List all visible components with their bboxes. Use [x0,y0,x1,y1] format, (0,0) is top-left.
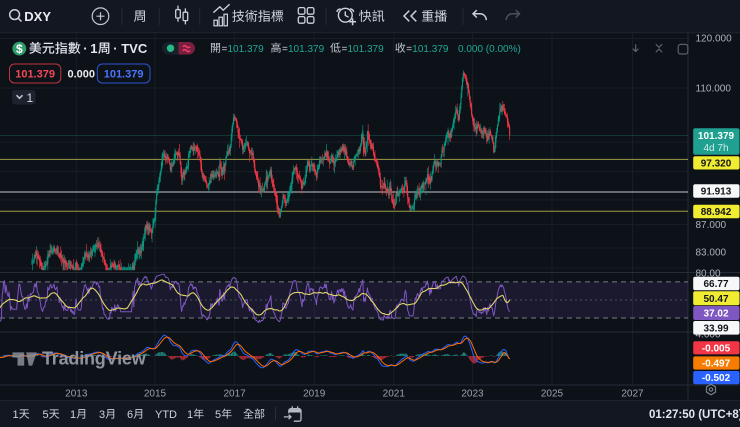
svg-text:50.47: 50.47 [703,294,728,305]
svg-text:66.77: 66.77 [703,279,728,290]
svg-text:110.000: 110.000 [696,84,732,95]
svg-text:1: 1 [27,91,34,105]
svg-text:·: · [83,41,87,56]
svg-text:2021: 2021 [383,388,406,399]
svg-text:1: 1 [13,409,19,421]
svg-text:97.320: 97.320 [701,158,732,169]
svg-text:$: $ [16,42,23,56]
svg-text:101.379: 101.379 [104,68,144,80]
svg-text:2025: 2025 [541,388,564,399]
svg-text:33.99: 33.99 [703,323,728,334]
svg-text:TradingView: TradingView [42,349,147,369]
svg-text:4d 7h: 4d 7h [703,143,728,154]
svg-text:1: 1 [90,41,97,56]
svg-text:1: 1 [70,409,76,421]
svg-text:DXY: DXY [24,9,51,24]
svg-text:101.379: 101.379 [288,44,325,55]
svg-text:YTD: YTD [155,409,177,421]
svg-text:120.000: 120.000 [696,34,733,45]
svg-text:101.379: 101.379 [698,131,735,142]
svg-text:-0.497: -0.497 [702,359,731,370]
svg-text:101.379: 101.379 [15,68,55,80]
svg-text:2019: 2019 [303,388,326,399]
svg-text:-0.502: -0.502 [702,373,731,384]
svg-text:101.379: 101.379 [228,44,265,55]
svg-text:83.000: 83.000 [696,248,727,259]
svg-text:2017: 2017 [223,388,246,399]
svg-text:101.379: 101.379 [412,44,449,55]
svg-text:01:27:50 (UTC+8): 01:27:50 (UTC+8) [649,409,740,421]
svg-text:3: 3 [99,409,105,421]
svg-text:2015: 2015 [144,388,167,399]
svg-text:2023: 2023 [461,388,484,399]
svg-text:88.942: 88.942 [701,207,732,218]
svg-text:91.913: 91.913 [701,187,732,198]
svg-text:0.000: 0.000 [68,68,96,80]
svg-text:5: 5 [215,409,221,421]
svg-text:2027: 2027 [621,388,644,399]
svg-text:2013: 2013 [65,388,88,399]
svg-text:· TVC: · TVC [113,41,148,56]
svg-text:37.02: 37.02 [703,309,728,320]
svg-text:6: 6 [127,409,133,421]
svg-text:0.000 (0.00%): 0.000 (0.00%) [458,44,521,55]
svg-text:1: 1 [187,409,193,421]
svg-text:101.379: 101.379 [348,44,385,55]
svg-text:-0.005: -0.005 [702,343,731,354]
svg-text:5: 5 [43,409,49,421]
svg-text:87.000: 87.000 [696,220,727,231]
